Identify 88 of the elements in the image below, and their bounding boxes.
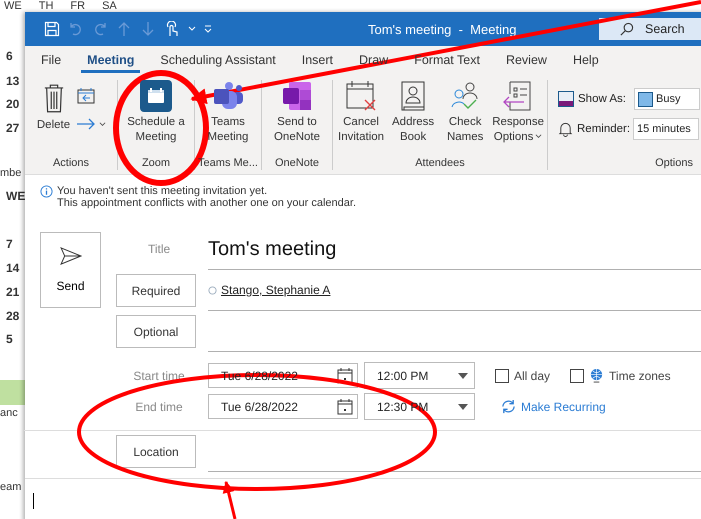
delete-button[interactable]: Delete	[36, 80, 72, 131]
checkbox[interactable]	[570, 368, 584, 382]
calendar-text: 27	[6, 121, 20, 135]
calendar-text: 28	[6, 309, 20, 323]
title-field[interactable]: Tom's meeting	[208, 238, 336, 260]
notebook-icon	[281, 80, 313, 112]
text-cursor	[33, 493, 34, 509]
calendar-event	[0, 380, 25, 405]
group-label: Options	[655, 157, 694, 170]
dropdown-arrow-icon	[458, 404, 468, 410]
calendar-text: mbe	[0, 167, 22, 179]
reminder-label: Reminder:	[577, 123, 630, 135]
show-as-label: Show As:	[578, 93, 627, 105]
info-message: You haven't sent this meeting invitation yet.	[57, 185, 268, 197]
send-icon	[60, 247, 82, 265]
calendar-icon	[337, 368, 353, 384]
weekday-label: FR	[70, 0, 86, 12]
globe-icon	[589, 368, 604, 383]
group-label: Teams Me...	[198, 157, 258, 170]
touch-mode-icon[interactable]	[164, 21, 180, 37]
weekday-label: TH	[38, 0, 54, 12]
save-icon[interactable]	[44, 21, 60, 37]
group-label: Actions	[52, 157, 90, 170]
calendar-text: 21	[6, 285, 20, 299]
dropdown-arrow-icon	[458, 372, 468, 378]
calendar-text: 14	[6, 261, 20, 275]
calendar-forward-icon[interactable]	[77, 88, 96, 104]
reminder-dropdown[interactable]: 15 minutes	[633, 118, 699, 140]
trash-icon	[42, 83, 64, 113]
forward-arrow-icon[interactable]	[77, 118, 96, 130]
ribbon-button[interactable]: Check Names	[439, 80, 492, 145]
customize-icon[interactable]	[204, 25, 212, 33]
group-label: OneNote	[274, 157, 320, 170]
ribbon-button[interactable]: Send to OneNote	[265, 80, 329, 145]
presence-icon	[208, 286, 217, 294]
date-field[interactable]: Tue 6/28/2022	[208, 394, 358, 419]
calendar-text: 5	[6, 332, 13, 346]
calendar-text: eam	[0, 481, 22, 493]
ribbon-tab[interactable]: Scheduling Assistant	[154, 49, 282, 73]
make-recurring-link[interactable]: Make Recurring	[495, 398, 612, 415]
ribbon-button[interactable]: Cancel Invitation	[335, 80, 388, 145]
weekday-label: WE	[4, 0, 22, 12]
attendee-link[interactable]: Stango, Stephanie A	[221, 283, 330, 297]
calendar-text: anc	[0, 407, 18, 419]
field-label: Title	[148, 242, 170, 256]
calendar-text: 13	[6, 74, 20, 88]
show-as-icon	[558, 91, 574, 107]
caret-icon[interactable]	[188, 25, 196, 33]
calendar-icon	[337, 398, 353, 414]
ribbon-button[interactable]: Address Book	[387, 80, 440, 145]
calendar-text: 7	[6, 237, 13, 251]
group-label: Attendees	[415, 157, 465, 170]
required-button[interactable]: Required	[116, 274, 196, 307]
field-label: End time	[134, 400, 184, 414]
optional-button[interactable]: Optional	[116, 315, 196, 348]
checkbox[interactable]	[495, 368, 509, 382]
ribbon-button[interactable]: Teams Meeting	[197, 80, 259, 145]
ribbon-tab[interactable]: Review	[500, 49, 553, 73]
weekday-label: SA	[102, 0, 117, 12]
group-label: Zoom	[142, 157, 170, 170]
caret-icon[interactable]	[99, 120, 106, 128]
show-as-dropdown[interactable]: Busy	[634, 88, 700, 110]
info-icon	[40, 185, 53, 198]
annotation-arrow	[222, 480, 236, 519]
busy-swatch	[638, 92, 653, 106]
send-button[interactable]: Send	[40, 232, 101, 308]
info-message: This appointment conflicts with another one on your calendar.	[57, 197, 356, 209]
calendar-text: 6	[6, 49, 13, 63]
calendar-cancel-icon	[345, 80, 378, 112]
bell-icon	[558, 121, 573, 137]
ribbon-tab[interactable]: Meeting	[81, 49, 140, 73]
people-icon	[212, 80, 244, 112]
calendar-text: WE	[6, 189, 26, 203]
recurring-icon	[501, 399, 516, 414]
location-button[interactable]: Location	[116, 435, 196, 468]
search-field[interactable]: Search	[599, 18, 701, 40]
ribbon-tab[interactable]: Help	[566, 49, 605, 73]
all-day-checkbox[interactable]: All day	[495, 368, 550, 382]
calendar-icon	[140, 80, 172, 112]
ribbon-tab[interactable]: File	[35, 49, 68, 73]
window-title: Tom's meeting - Meeting	[367, 22, 518, 36]
ribbon-tab[interactable]: Insert	[296, 49, 340, 73]
calendar-text: 20	[6, 97, 20, 111]
time-dropdown[interactable]: 12:00 PM	[364, 362, 475, 389]
time-zones-checkbox[interactable]: Time zones	[570, 368, 671, 383]
ribbon-button[interactable]: Response Options	[491, 80, 545, 145]
ribbon-button[interactable]: Schedule a Meeting	[124, 80, 188, 145]
ribbon-tab[interactable]: Format Text	[408, 49, 486, 73]
